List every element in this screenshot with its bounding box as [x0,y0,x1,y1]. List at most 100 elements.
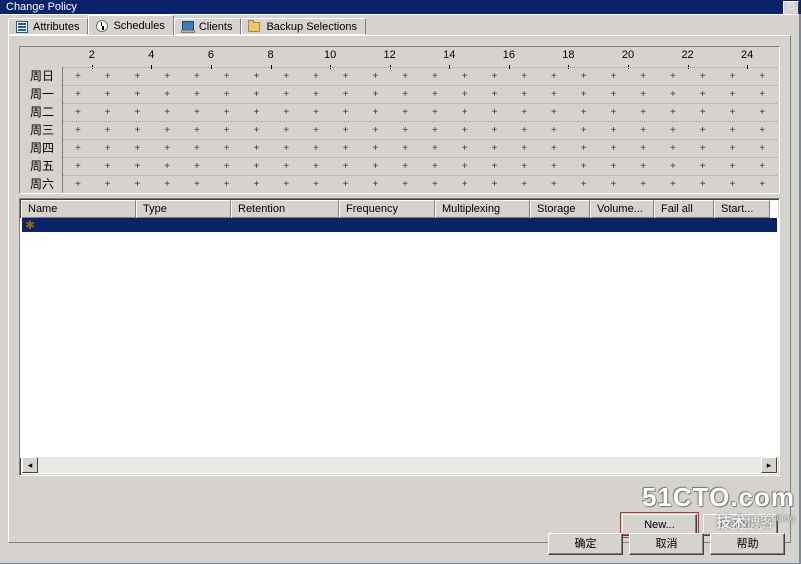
day-tick-area[interactable]: ++++++++++++++++++++++++ [63,157,777,176]
hour-tick[interactable]: + [152,122,182,140]
hour-tick[interactable]: + [242,176,272,194]
hour-tick[interactable]: + [93,158,123,176]
hour-tick[interactable]: + [509,86,539,104]
hour-tick[interactable]: + [182,68,212,86]
hour-tick[interactable]: + [212,122,242,140]
hour-tick[interactable]: + [718,122,748,140]
hour-tick[interactable]: + [182,104,212,122]
hour-tick[interactable]: + [152,140,182,158]
hour-tick[interactable]: + [747,122,777,140]
day-tick-area[interactable]: ++++++++++++++++++++++++ [63,139,777,158]
hour-tick[interactable]: + [569,68,599,86]
tab-schedules[interactable]: Schedules [88,15,173,35]
hour-tick[interactable]: + [361,68,391,86]
tab-backup-selections[interactable]: Backup Selections [241,18,366,35]
hour-tick[interactable]: + [63,176,93,194]
hour-tick[interactable]: + [242,140,272,158]
col-start[interactable]: Start... [714,200,770,218]
hour-tick[interactable]: + [599,158,629,176]
hour-tick[interactable]: + [361,140,391,158]
help-button[interactable]: 帮助 [710,533,785,555]
hour-tick[interactable]: + [718,104,748,122]
hour-tick[interactable]: + [628,86,658,104]
tab-attributes[interactable]: Attributes [8,18,88,35]
hour-tick[interactable]: + [331,68,361,86]
hour-tick[interactable]: + [212,104,242,122]
hour-tick[interactable]: + [331,86,361,104]
hour-tick[interactable]: + [301,140,331,158]
hour-tick[interactable]: + [569,158,599,176]
hour-tick[interactable]: + [718,176,748,194]
hour-tick[interactable]: + [63,158,93,176]
scroll-left-button[interactable]: ◂ [22,457,38,473]
hour-tick[interactable]: + [390,158,420,176]
hour-tick[interactable]: + [93,176,123,194]
hour-tick[interactable]: + [420,176,450,194]
hour-tick[interactable]: + [509,104,539,122]
hour-tick[interactable]: + [509,68,539,86]
hour-tick[interactable]: + [658,158,688,176]
hour-tick[interactable]: + [301,122,331,140]
hour-tick[interactable]: + [242,122,272,140]
hour-tick[interactable]: + [599,122,629,140]
hour-tick[interactable]: + [182,122,212,140]
hour-tick[interactable]: + [93,122,123,140]
hour-tick[interactable]: + [331,158,361,176]
hour-tick[interactable]: + [480,122,510,140]
hour-tick[interactable]: + [123,176,153,194]
listview-body[interactable] [20,218,779,458]
hour-tick[interactable]: + [301,104,331,122]
hour-tick[interactable]: + [361,122,391,140]
hour-tick[interactable]: + [658,140,688,158]
hour-tick[interactable]: + [628,176,658,194]
hour-tick[interactable]: + [93,68,123,86]
hour-tick[interactable]: + [450,68,480,86]
hour-tick[interactable]: + [658,68,688,86]
hour-tick[interactable]: + [123,158,153,176]
ok-button[interactable]: 确定 [548,533,623,555]
hour-tick[interactable]: + [182,158,212,176]
cancel-button[interactable]: 取消 [629,533,704,555]
hour-tick[interactable]: + [509,140,539,158]
hour-tick[interactable]: + [271,104,301,122]
hour-tick[interactable]: + [93,86,123,104]
hour-tick[interactable]: + [718,68,748,86]
hour-tick[interactable]: + [93,140,123,158]
hour-tick[interactable]: + [242,68,272,86]
hour-tick[interactable]: + [63,104,93,122]
hour-tick[interactable]: + [301,86,331,104]
hour-tick[interactable]: + [152,158,182,176]
hour-tick[interactable]: + [212,176,242,194]
day-tick-area[interactable]: ++++++++++++++++++++++++ [63,103,777,122]
hour-tick[interactable]: + [718,158,748,176]
hour-tick[interactable]: + [361,86,391,104]
hour-tick[interactable]: + [123,140,153,158]
hour-tick[interactable]: + [628,68,658,86]
hour-tick[interactable]: + [152,104,182,122]
hour-tick[interactable]: + [658,104,688,122]
hour-tick[interactable]: + [539,104,569,122]
hour-tick[interactable]: + [599,86,629,104]
hour-tick[interactable]: + [271,140,301,158]
hour-tick[interactable]: + [480,86,510,104]
hour-tick[interactable]: + [212,158,242,176]
hour-tick[interactable]: + [450,104,480,122]
hour-tick[interactable]: + [271,86,301,104]
hour-tick[interactable]: + [390,86,420,104]
hour-tick[interactable]: + [480,68,510,86]
hour-tick[interactable]: + [212,86,242,104]
hour-tick[interactable]: + [152,176,182,194]
hour-tick[interactable]: + [420,104,450,122]
col-frequency[interactable]: Frequency [339,200,435,218]
hour-tick[interactable]: + [539,158,569,176]
hour-tick[interactable]: + [390,140,420,158]
hour-tick[interactable]: + [152,68,182,86]
hour-tick[interactable]: + [688,176,718,194]
day-tick-area[interactable]: ++++++++++++++++++++++++ [63,67,777,86]
hour-tick[interactable]: + [628,122,658,140]
hour-tick[interactable]: + [480,140,510,158]
hour-tick[interactable]: + [688,140,718,158]
hour-tick[interactable]: + [658,86,688,104]
scroll-right-button[interactable]: ▸ [761,457,777,473]
hour-tick[interactable]: + [628,158,658,176]
